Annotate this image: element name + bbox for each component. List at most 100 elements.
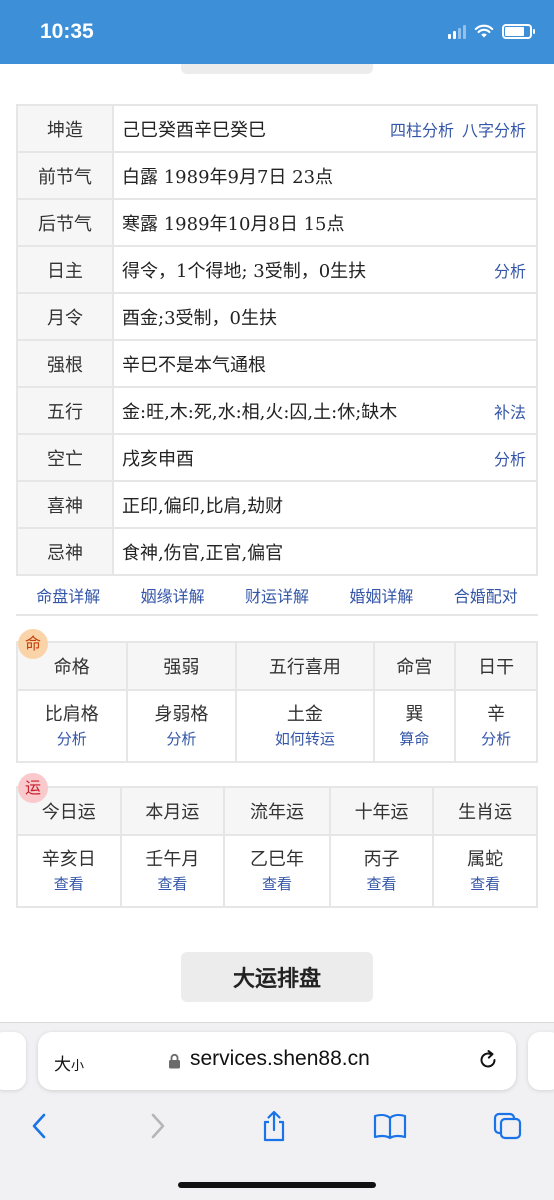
yun-cell: 丙子 查看 xyxy=(328,834,435,908)
rizhu-analysis-link[interactable]: 分析 xyxy=(494,258,526,282)
suanming-link[interactable]: 算命 xyxy=(375,728,455,750)
info-label: 前节气 xyxy=(16,151,114,200)
rigan-analysis-link[interactable]: 分析 xyxy=(456,728,536,750)
info-label: 空亡 xyxy=(16,433,114,482)
month-view-link[interactable]: 查看 xyxy=(122,873,224,895)
lock-icon xyxy=(169,1053,180,1069)
yun-cell-value: 壬午月 xyxy=(145,849,200,870)
info-row-xishen: 喜神 正印,偏印,比肩,劫财 xyxy=(16,480,538,529)
info-label: 忌神 xyxy=(16,527,114,576)
zhuanyun-link[interactable]: 如何转运 xyxy=(237,728,372,750)
yinyuan-detail-link[interactable]: 姻缘详解 xyxy=(141,583,205,607)
next-tab-card[interactable] xyxy=(528,1032,554,1090)
yun-body-row: 辛亥日 查看 壬午月 查看 乙巳年 查看 丙子 查看 属蛇 查看 xyxy=(16,834,538,908)
ming-cell: 土金 如何转运 xyxy=(235,689,375,763)
yun-cell: 属蛇 查看 xyxy=(432,834,538,908)
ming-header: 强弱 xyxy=(125,641,238,691)
info-label: 日主 xyxy=(16,245,114,294)
reload-icon[interactable] xyxy=(476,1048,500,1072)
yun-cell: 壬午月 查看 xyxy=(119,834,226,908)
yun-cell-value: 乙巳年 xyxy=(249,849,304,870)
info-row-rizhu: 日主 得令，1个得地; 3受制，0生扶 分析 xyxy=(16,245,538,294)
ming-cell-value: 辛 xyxy=(487,704,506,725)
home-indicator xyxy=(178,1182,376,1188)
info-label: 坤造 xyxy=(16,104,114,153)
info-label: 强根 xyxy=(16,339,114,388)
info-value: 辛巳不是本气通根 xyxy=(112,339,538,388)
yun-cell-value: 丙子 xyxy=(363,849,400,870)
yun-cell-value: 属蛇 xyxy=(467,849,504,870)
ming-cell-value: 比肩格 xyxy=(44,704,99,725)
text-size-button[interactable]: 大小 xyxy=(54,1050,84,1075)
info-row-kunzao: 坤造 己巳癸酉辛巳癸巳 四柱分析 八字分析 xyxy=(16,104,538,153)
info-value: 酉金;3受制，0生扶 xyxy=(112,292,538,341)
info-row-houjieqi: 后节气 寒露 1989年10月8日 15点 xyxy=(16,198,538,247)
qiangruo-analysis-link[interactable]: 分析 xyxy=(128,728,236,750)
wuxing-remedy-link[interactable]: 补法 xyxy=(494,399,526,423)
mingpan-detail-link[interactable]: 命盘详解 xyxy=(36,583,100,607)
info-value: 己巳癸酉辛巳癸巳 xyxy=(122,119,266,141)
info-row-qianjieqi: 前节气 白露 1989年9月7日 23点 xyxy=(16,151,538,200)
browser-toolbar xyxy=(0,1100,554,1150)
info-row-wuxing: 五行 金:旺,木:死,水:相,火:囚,土:休;缺木 补法 xyxy=(16,386,538,435)
collapsed-button-edge xyxy=(181,64,373,74)
hunyin-detail-link[interactable]: 婚姻详解 xyxy=(349,583,413,607)
address-bar[interactable]: 大小 services.shen88.cn xyxy=(38,1032,516,1090)
yun-badge: 运 xyxy=(18,773,48,803)
share-button[interactable] xyxy=(256,1110,292,1142)
ming-table: 命格 强弱 五行喜用 命宫 日干 比肩格 分析 身弱格 分析 土金 如何转运 巽… xyxy=(16,641,538,763)
yun-cell-value: 辛亥日 xyxy=(41,849,96,870)
sizhu-analysis-link[interactable]: 四柱分析 xyxy=(390,117,454,141)
dayun-paipan-button[interactable]: 大运排盘 xyxy=(181,952,373,1002)
forward-button[interactable] xyxy=(140,1110,176,1142)
yun-header: 生肖运 xyxy=(432,786,538,836)
zodiac-view-link[interactable]: 查看 xyxy=(434,873,536,895)
ming-cell: 辛 分析 xyxy=(454,689,538,763)
ming-header: 日干 xyxy=(454,641,538,691)
today-view-link[interactable]: 查看 xyxy=(18,873,120,895)
info-value: 戌亥申酉 xyxy=(122,448,194,470)
yun-table: 今日运 本月运 流年运 十年运 生肖运 辛亥日 查看 壬午月 查看 乙巳年 查看… xyxy=(16,786,538,908)
ming-header: 五行喜用 xyxy=(235,641,375,691)
previous-tab-card[interactable] xyxy=(0,1032,26,1090)
status-icons xyxy=(448,24,535,39)
chevron-left-icon xyxy=(32,1113,46,1139)
ming-cell: 身弱格 分析 xyxy=(125,689,238,763)
info-value: 金:旺,木:死,水:相,火:囚,土:休;缺木 xyxy=(122,401,398,423)
text-size-small: 小 xyxy=(71,1059,85,1074)
ming-body-row: 比肩格 分析 身弱格 分析 土金 如何转运 巽 算命 辛 分析 xyxy=(16,689,538,763)
ming-cell: 巽 算命 xyxy=(372,689,457,763)
share-icon xyxy=(263,1110,285,1142)
tabs-button[interactable] xyxy=(490,1110,526,1142)
hehun-match-link[interactable]: 合婚配对 xyxy=(454,583,518,607)
ming-header: 命宫 xyxy=(372,641,457,691)
ming-badge: 命 xyxy=(18,629,48,659)
url-text: services.shen88.cn xyxy=(190,1047,370,1070)
detail-links-bar: 命盘详解 姻缘详解 财运详解 婚姻详解 合婚配对 xyxy=(16,576,538,616)
status-bar: 10:35 xyxy=(0,0,554,64)
info-value: 食神,伤官,正官,偏官 xyxy=(112,527,538,576)
info-value-cell: 得令，1个得地; 3受制，0生扶 分析 xyxy=(112,245,538,294)
bookmarks-button[interactable] xyxy=(372,1110,408,1142)
year-view-link[interactable]: 查看 xyxy=(225,873,329,895)
yun-header-row: 今日运 本月运 流年运 十年运 生肖运 xyxy=(16,786,538,836)
text-size-big: 大 xyxy=(54,1055,71,1075)
info-label: 后节气 xyxy=(16,198,114,247)
bazi-analysis-link[interactable]: 八字分析 xyxy=(462,117,526,141)
info-row-jishen: 忌神 食神,伤官,正官,偏官 xyxy=(16,527,538,576)
yun-header: 流年运 xyxy=(223,786,331,836)
ming-header-row: 命格 强弱 五行喜用 命宫 日干 xyxy=(16,641,538,691)
info-label: 五行 xyxy=(16,386,114,435)
ming-cell-value: 巽 xyxy=(405,704,424,725)
caiyun-detail-link[interactable]: 财运详解 xyxy=(245,583,309,607)
ming-cell-value: 身弱格 xyxy=(154,704,209,725)
decade-view-link[interactable]: 查看 xyxy=(331,873,433,895)
kongwang-analysis-link[interactable]: 分析 xyxy=(494,446,526,470)
back-button[interactable] xyxy=(21,1110,57,1142)
status-time: 10:35 xyxy=(40,20,94,43)
analysis-links: 四柱分析 八字分析 xyxy=(390,117,526,141)
info-row-yueling: 月令 酉金;3受制，0生扶 xyxy=(16,292,538,341)
wifi-icon xyxy=(474,24,494,38)
info-label: 月令 xyxy=(16,292,114,341)
mingge-analysis-link[interactable]: 分析 xyxy=(18,728,126,750)
